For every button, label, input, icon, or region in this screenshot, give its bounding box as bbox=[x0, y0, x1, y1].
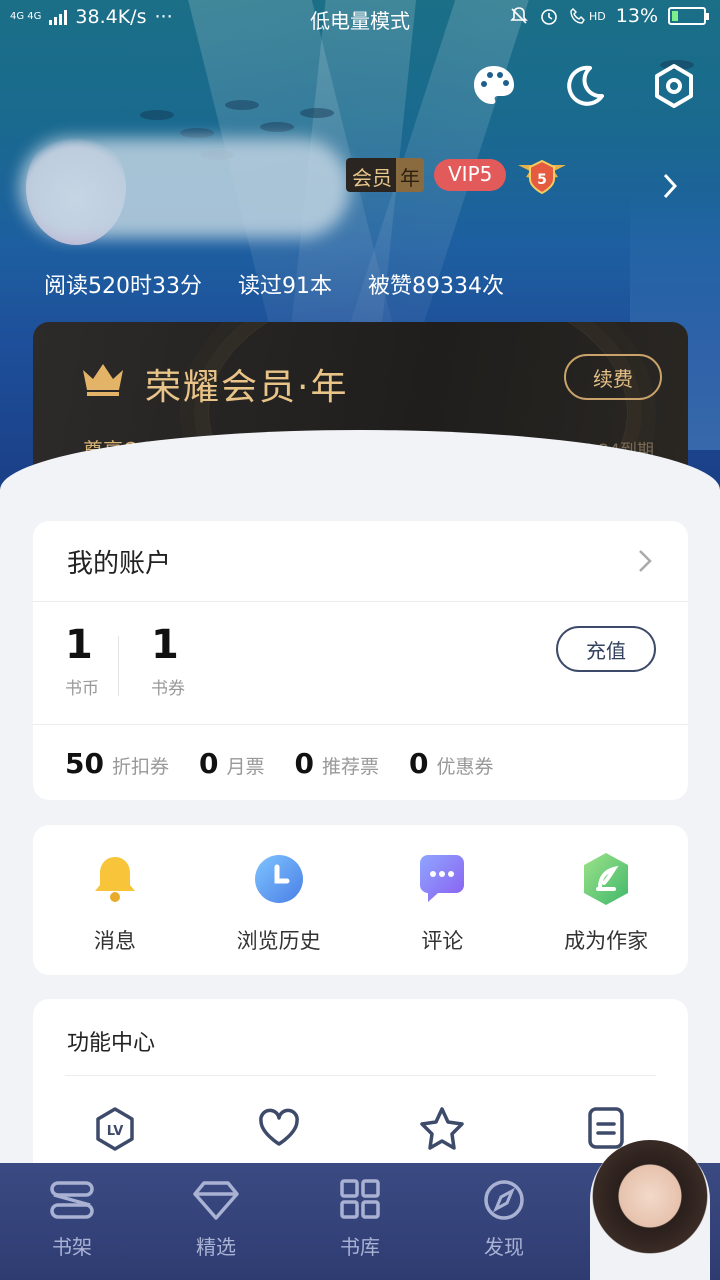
star-icon[interactable] bbox=[361, 1106, 525, 1152]
feature-center-title: 功能中心 bbox=[67, 1031, 156, 1056]
books-read-stat: 读过91本 bbox=[238, 274, 332, 299]
voucher-balance[interactable]: 1 书券 bbox=[151, 622, 185, 699]
discount-ticket-label: 折扣券 bbox=[111, 756, 169, 778]
promo-portrait-image[interactable] bbox=[590, 1140, 710, 1280]
bookshelf-icon bbox=[50, 1181, 94, 1219]
monthly-ticket-label: 月票 bbox=[226, 756, 265, 778]
voucher-balance-value: 1 bbox=[151, 622, 179, 668]
monthly-ticket-count: 0 bbox=[198, 747, 219, 780]
palette-icon[interactable] bbox=[470, 62, 518, 110]
recharge-button[interactable]: 充值 bbox=[556, 626, 656, 672]
diamond-icon bbox=[193, 1181, 239, 1220]
comments-button[interactable]: 评论 bbox=[361, 825, 525, 975]
discount-ticket[interactable]: 50 折扣券 bbox=[65, 747, 169, 780]
hd-label: HD bbox=[589, 9, 606, 23]
recommend-ticket[interactable]: 0 推荐票 bbox=[294, 747, 379, 780]
coupon-label: 优惠券 bbox=[436, 756, 494, 778]
pen-icon bbox=[584, 853, 629, 905]
clock-icon bbox=[254, 855, 303, 903]
coupon-count: 0 bbox=[408, 747, 429, 780]
reading-time-stat: 阅读520时33分 bbox=[44, 274, 202, 299]
bell-icon bbox=[94, 857, 135, 902]
chevron-right-icon[interactable] bbox=[662, 172, 678, 200]
comment-icon bbox=[420, 855, 465, 902]
alarm-icon bbox=[541, 9, 557, 25]
vip-card-title: 荣耀会员·年 bbox=[145, 367, 349, 408]
level-wing-badge[interactable]: 5 bbox=[516, 157, 568, 195]
quick-actions-card: 消息 浏览历史 评论 成为作家 bbox=[33, 825, 688, 975]
nav-discover[interactable]: 发现 bbox=[432, 1163, 576, 1280]
nav-featured-label: 精选 bbox=[196, 1235, 236, 1259]
member-badge-label: 会员 bbox=[346, 158, 396, 192]
nav-bookshelf[interactable]: 书架 bbox=[0, 1163, 144, 1280]
svg-text:LV: LV bbox=[107, 1124, 124, 1139]
likes-stat: 被赞89334次 bbox=[368, 274, 504, 299]
coin-balance[interactable]: 1 书币 bbox=[65, 622, 99, 699]
messages-label: 消息 bbox=[93, 929, 136, 953]
vip-level-badge[interactable]: VIP5 bbox=[434, 159, 507, 191]
discount-ticket-count: 50 bbox=[65, 747, 104, 780]
recommend-ticket-count: 0 bbox=[294, 747, 314, 780]
username-blurred bbox=[20, 138, 350, 238]
account-header[interactable]: 我的账户 bbox=[33, 521, 688, 601]
heart-icon[interactable] bbox=[197, 1106, 361, 1152]
compass-icon bbox=[484, 1180, 524, 1220]
phone-icon bbox=[570, 8, 585, 24]
mute-bell-icon bbox=[510, 7, 528, 24]
chevron-right-icon bbox=[639, 550, 652, 572]
crown-icon bbox=[83, 364, 123, 396]
level-number: 5 bbox=[538, 172, 548, 188]
status-bar: 4G 4G 38.4K/s ··· 低电量模式 HD 13% bbox=[0, 0, 720, 36]
nav-library[interactable]: 书库 bbox=[288, 1163, 432, 1280]
messages-button[interactable]: 消息 bbox=[33, 825, 197, 975]
nav-featured[interactable]: 精选 bbox=[144, 1163, 288, 1280]
become-writer-button[interactable]: 成为作家 bbox=[524, 825, 688, 975]
voucher-balance-label: 书券 bbox=[151, 679, 185, 699]
grid-icon bbox=[340, 1179, 380, 1219]
monthly-ticket[interactable]: 0 月票 bbox=[199, 747, 265, 780]
nav-bookshelf-label: 书架 bbox=[52, 1235, 92, 1259]
history-label: 浏览历史 bbox=[236, 929, 321, 953]
history-button[interactable]: 浏览历史 bbox=[197, 825, 361, 975]
nav-library-label: 书库 bbox=[340, 1235, 380, 1259]
coin-balance-label: 书币 bbox=[65, 679, 99, 699]
battery-icon bbox=[668, 7, 709, 25]
nav-discover-label: 发现 bbox=[484, 1235, 524, 1259]
comments-label: 评论 bbox=[421, 929, 464, 953]
settings-icon[interactable] bbox=[650, 62, 698, 110]
recommend-ticket-label: 推荐票 bbox=[321, 756, 379, 778]
coupon[interactable]: 0 优惠券 bbox=[409, 747, 494, 780]
reading-stats: 阅读520时33分 读过91本 被赞89334次 bbox=[44, 268, 540, 300]
night-mode-icon[interactable] bbox=[560, 62, 608, 110]
member-badge-year: 年 bbox=[396, 158, 424, 192]
renew-button[interactable]: 续费 bbox=[564, 354, 662, 400]
coin-balance-value: 1 bbox=[65, 622, 93, 668]
battery-percent: 13% bbox=[615, 5, 658, 27]
account-card: 我的账户 1 书币 1 书券 充值 50 折扣券 0 月票 0 推荐票 0 优惠… bbox=[33, 521, 688, 800]
member-badge[interactable]: 会员 年 bbox=[346, 158, 424, 192]
level-icon[interactable]: LV bbox=[33, 1106, 197, 1152]
become-writer-label: 成为作家 bbox=[564, 929, 649, 953]
account-title: 我的账户 bbox=[67, 548, 172, 579]
